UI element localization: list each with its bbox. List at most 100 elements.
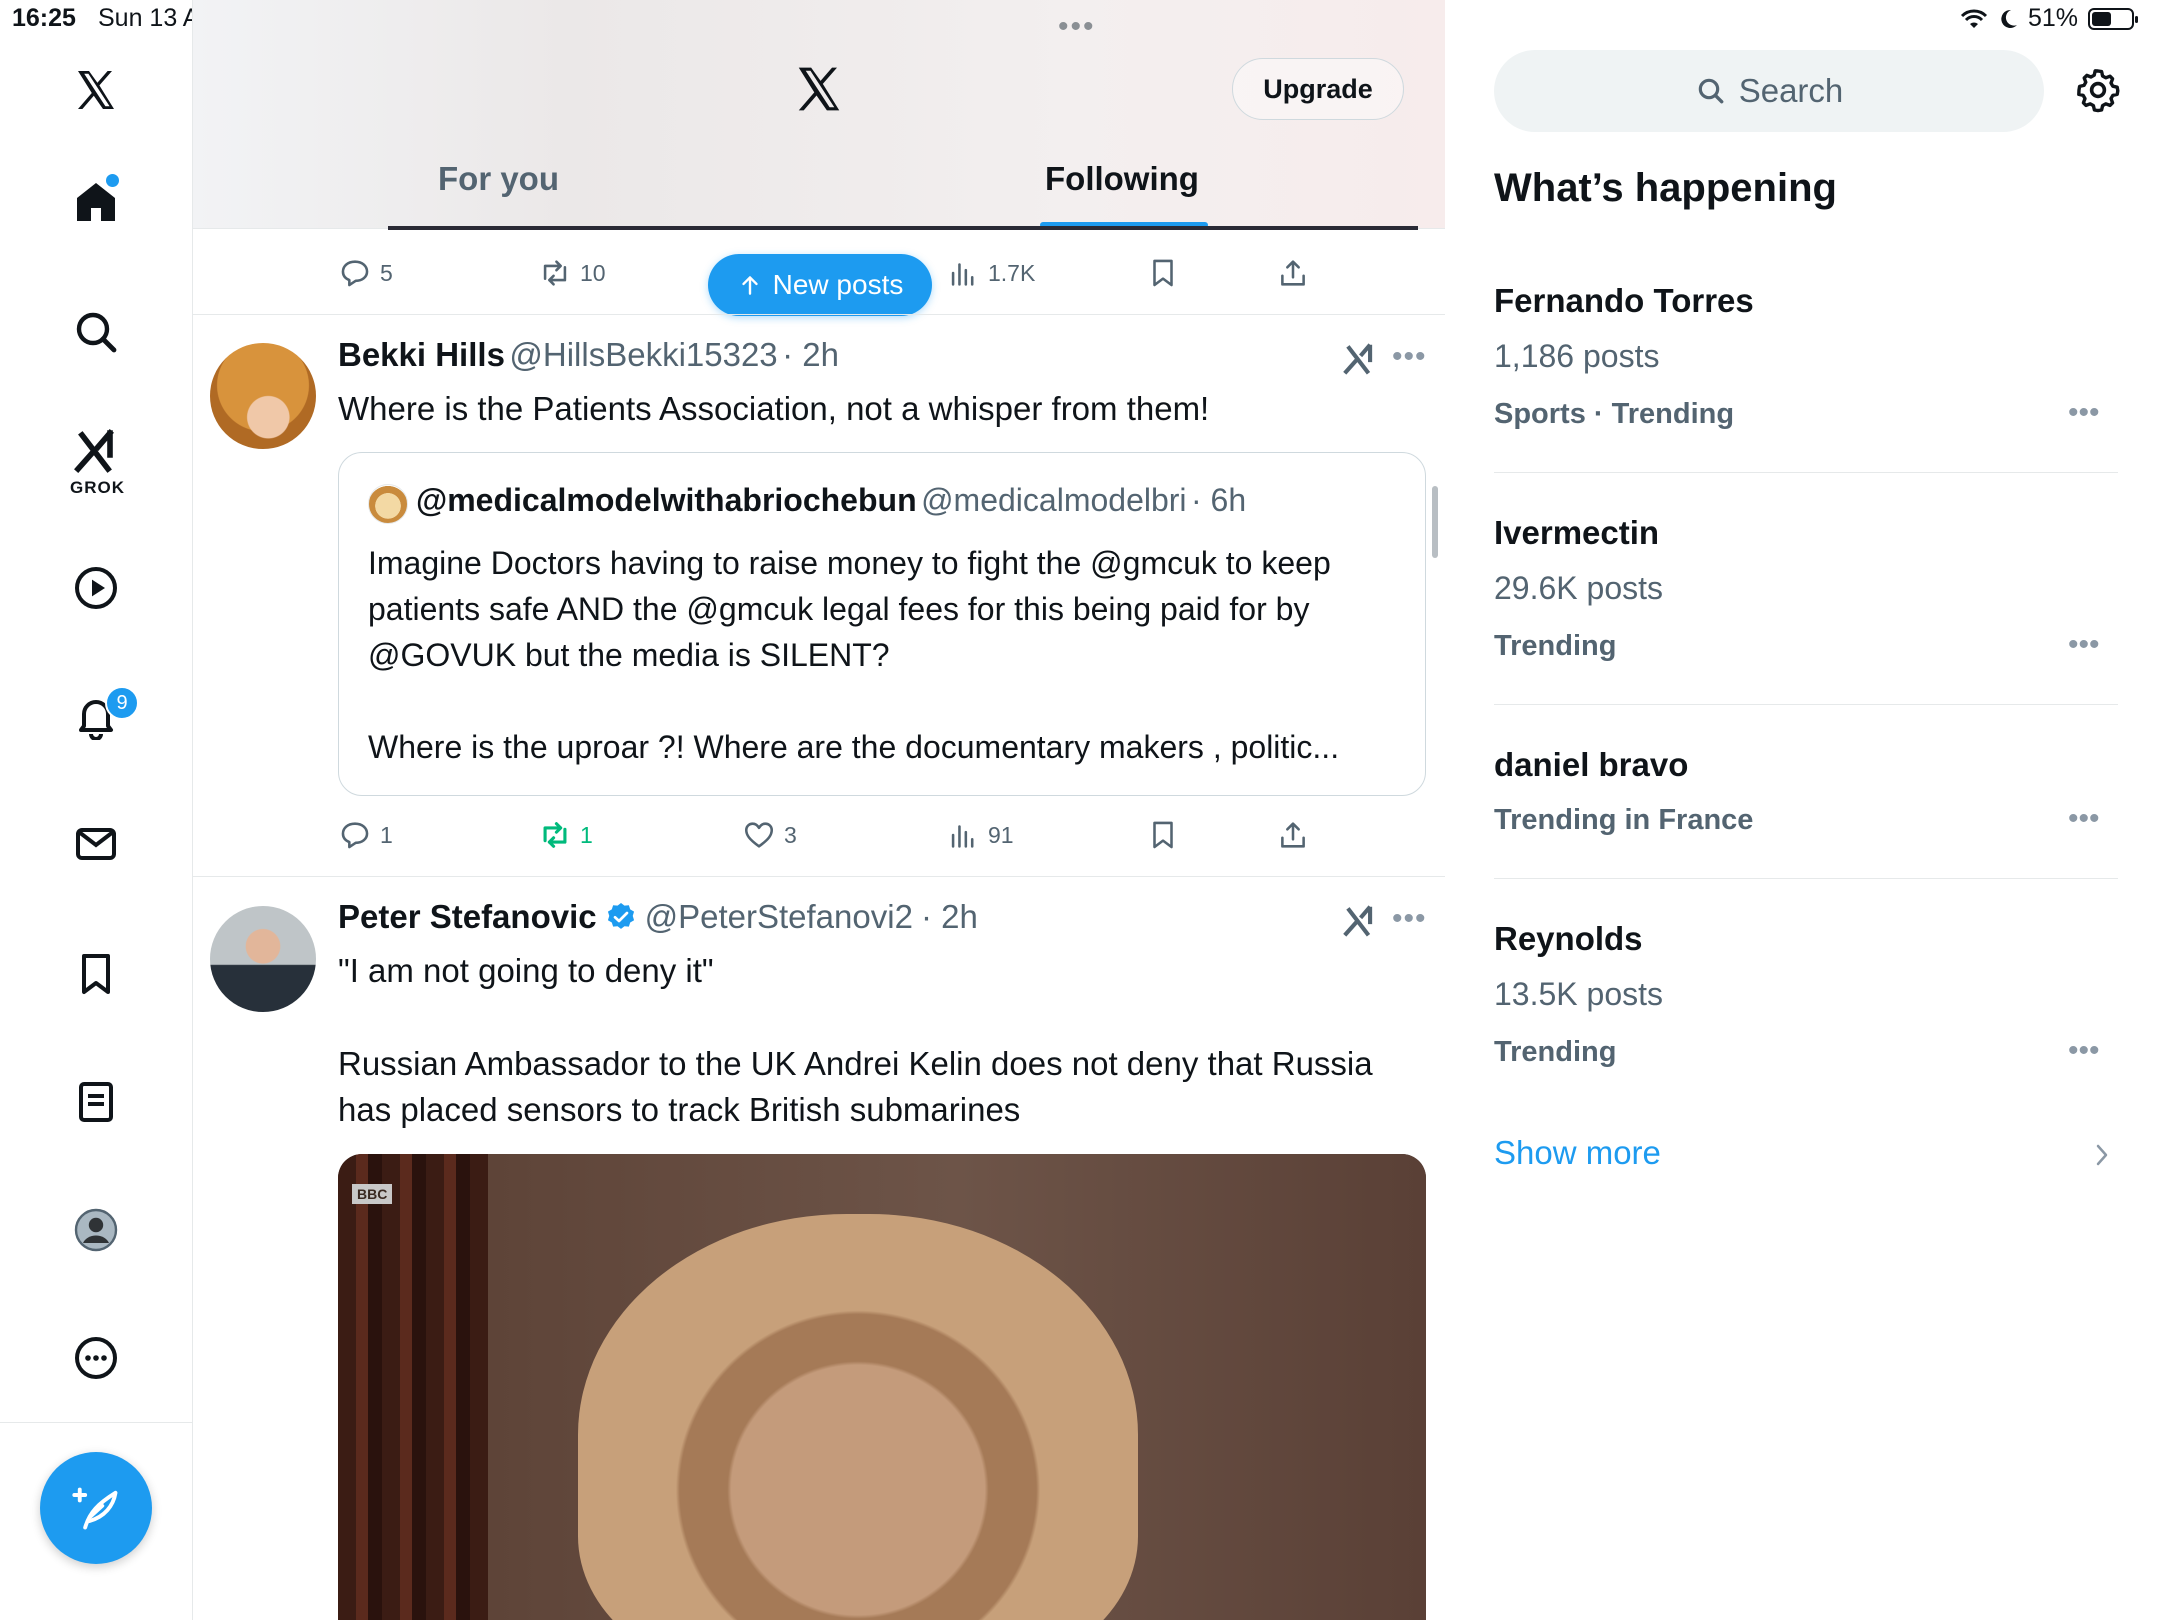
status-indicators: 51% (1960, 4, 2138, 33)
author-name[interactable]: Bekki Hills (338, 336, 505, 373)
views-button[interactable]: 91 (946, 818, 1014, 852)
views-icon (951, 825, 974, 848)
repost-icon (543, 260, 567, 286)
repost-icon (543, 822, 567, 848)
quoted-text-continued: Where is the uproar ?! Where are the doc… (368, 729, 1340, 765)
nav-more[interactable] (56, 1318, 136, 1398)
x-header-logo (792, 62, 846, 116)
trend-post-count: 29.6K posts (1494, 570, 1663, 606)
battery-percent: 51% (2027, 4, 2078, 32)
tweet-video[interactable]: BBC (338, 1154, 1426, 1620)
nav-messages[interactable] (56, 804, 136, 884)
search-input[interactable]: Search (1494, 50, 2044, 132)
share-button[interactable] (1276, 818, 1310, 852)
reply-button[interactable]: 1 (338, 818, 393, 852)
grok-label: GROK (70, 478, 125, 497)
grok-explain-button[interactable] (1340, 902, 1378, 940)
grok-explain-button[interactable] (1340, 340, 1378, 378)
reply-icon (341, 260, 369, 287)
trend-separator (1494, 704, 2118, 705)
tweet-header: Bekki Hills @HillsBekki15323 · 2h (338, 336, 839, 374)
compose-post-button[interactable] (40, 1452, 152, 1564)
video-background-left (338, 1154, 488, 1620)
tweet-time: · 2h (782, 336, 839, 373)
like-button[interactable]: 3 (742, 818, 797, 852)
show-more-link[interactable]: Show more (1494, 1134, 1661, 1172)
tweet-time: · 2h (920, 898, 978, 935)
tab-following[interactable]: Following (1045, 160, 1199, 198)
new-posts-label: New posts (772, 269, 904, 300)
more-circle-icon (75, 1337, 117, 1379)
avatar[interactable] (210, 906, 316, 1012)
x-logo-icon (798, 67, 840, 111)
trend-more-button[interactable]: ••• (2068, 396, 2100, 430)
trend-post-count: 13.5K posts (1494, 976, 1663, 1012)
like-count: 3 (784, 821, 797, 848)
bookmark-button[interactable] (1146, 256, 1180, 290)
whats-happening-title: What’s happening (1494, 166, 1837, 210)
quoted-text: Imagine Doctors having to raise money to… (368, 545, 1331, 673)
new-posts-button[interactable]: New posts (708, 254, 932, 316)
quoted-avatar (368, 484, 408, 524)
nav-divider (0, 1422, 192, 1423)
grok-icon (74, 429, 114, 473)
chevron-right-icon (2090, 1140, 2114, 1170)
search-icon (1698, 78, 1724, 104)
tweet-text: Where is the Patients Association, not a… (338, 390, 1210, 427)
trend-name[interactable]: daniel bravo (1494, 746, 1688, 784)
search-placeholder: Search (1738, 72, 1844, 109)
views-button[interactable]: 1.7K (946, 256, 1035, 290)
trend-category: Trending (1494, 630, 1617, 662)
settings-button[interactable] (2074, 66, 2122, 114)
nav-videos[interactable] (56, 548, 136, 628)
x-logo-button[interactable] (56, 50, 136, 130)
trend-name[interactable]: Reynolds (1494, 920, 1643, 958)
nav-lists[interactable] (56, 1062, 136, 1142)
avatar[interactable] (210, 343, 316, 449)
nav-bookmarks[interactable] (56, 934, 136, 1014)
bookmark-icon (1153, 821, 1173, 849)
trend-more-button[interactable]: ••• (2068, 802, 2100, 836)
trend-name[interactable]: Fernando Torres (1494, 282, 1754, 320)
list-icon (79, 1082, 113, 1122)
heart-icon (744, 822, 774, 848)
tab-for-you[interactable]: For you (438, 160, 559, 198)
prev-media-edge (388, 226, 1418, 230)
battery-icon (2088, 7, 2138, 30)
trend-category: Sports · Trending (1494, 398, 1735, 430)
multitasking-dots[interactable]: ••• (1058, 10, 1096, 44)
repost-button[interactable]: 10 (538, 256, 606, 290)
bookmark-icon (1153, 259, 1173, 287)
reply-button[interactable]: 5 (338, 256, 393, 290)
quoted-author-handle: @medicalmodelbri (921, 482, 1187, 518)
views-count: 1.7K (988, 259, 1036, 286)
notifications-badge: 9 (105, 686, 139, 720)
quoted-header: @medicalmodelwithabriochebun @medicalmod… (416, 482, 1246, 519)
feed-scrollbar[interactable] (1432, 486, 1438, 558)
nav-home[interactable] (56, 162, 136, 242)
home-unread-dot (104, 172, 121, 189)
nav-profile[interactable] (56, 1190, 136, 1270)
author-handle[interactable]: @PeterStefanovi2 (645, 898, 913, 936)
trend-more-button[interactable]: ••• (2068, 1034, 2100, 1068)
grok-icon (1343, 905, 1373, 937)
nav-explore[interactable] (56, 292, 136, 372)
tweet-more-button[interactable]: ••• (1392, 902, 1427, 936)
author-handle[interactable]: @HillsBekki15323 (509, 336, 777, 373)
wifi-icon (1960, 8, 1988, 30)
trend-category: Trending in France (1494, 804, 1754, 836)
nav-grok[interactable] (56, 418, 136, 484)
repost-button[interactable]: 1 (538, 818, 593, 852)
compose-feather-icon (72, 1487, 118, 1530)
trend-more-button[interactable]: ••• (2068, 628, 2100, 662)
bookmark-button[interactable] (1146, 818, 1180, 852)
reply-count: 1 (380, 821, 393, 848)
author-name[interactable]: Peter Stefanovic (338, 898, 597, 936)
trend-name[interactable]: Ivermectin (1494, 514, 1659, 552)
grok-icon (1343, 343, 1373, 375)
profile-icon (74, 1208, 118, 1252)
trend-category: Trending (1494, 1036, 1617, 1068)
tweet-more-button[interactable]: ••• (1392, 340, 1427, 374)
share-button[interactable] (1276, 256, 1310, 290)
upgrade-button[interactable]: Upgrade (1232, 58, 1404, 120)
